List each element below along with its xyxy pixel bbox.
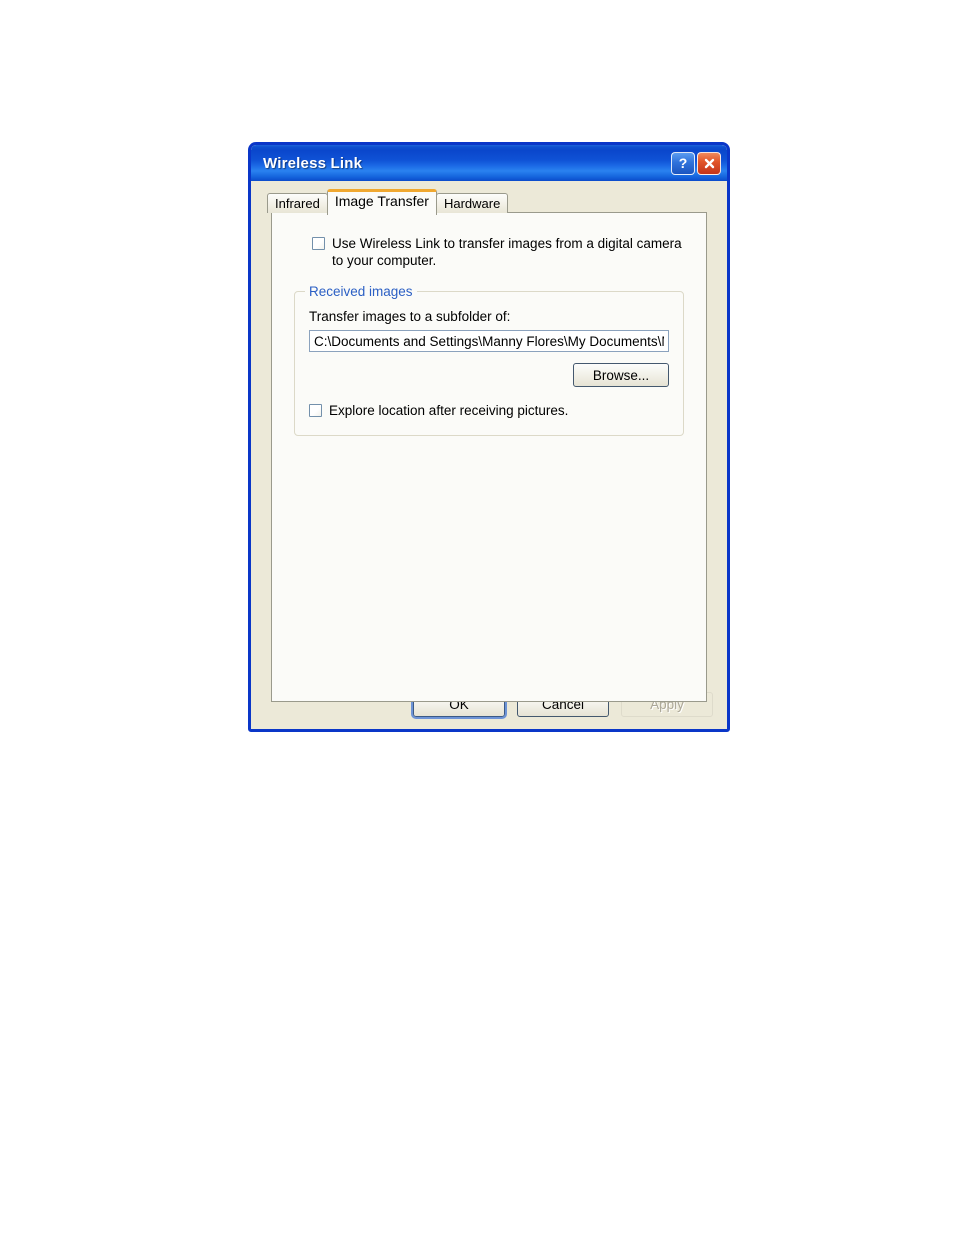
tab-area: Infrared Image Transfer Hardware Use Wir… [261, 189, 717, 702]
explore-location-row[interactable]: Explore location after receiving picture… [309, 402, 669, 419]
browse-button[interactable]: Browse... [573, 363, 669, 387]
explore-location-checkbox[interactable] [309, 404, 322, 417]
folder-path-input[interactable] [309, 330, 669, 352]
tab-panel-wrap: Use Wireless Link to transfer images fro… [261, 212, 717, 702]
wireless-link-dialog: Wireless Link ? Infrared Image Transfer … [248, 142, 730, 732]
help-icon-button[interactable]: ? [671, 151, 695, 175]
explore-location-label: Explore location after receiving picture… [329, 403, 569, 418]
use-wireless-link-row[interactable]: Use Wireless Link to transfer images fro… [312, 235, 688, 269]
title-bar[interactable]: Wireless Link ? [251, 145, 727, 181]
tab-strip: Infrared Image Transfer Hardware [261, 189, 717, 215]
window-title: Wireless Link [263, 154, 363, 172]
folder-field-label: Transfer images to a subfolder of: [309, 309, 511, 324]
use-wireless-link-checkbox[interactable] [312, 237, 325, 250]
close-button[interactable] [697, 151, 721, 175]
close-x-icon [704, 158, 714, 168]
use-wireless-link-label: Use Wireless Link to transfer images fro… [332, 236, 682, 268]
tab-image-transfer[interactable]: Image Transfer [326, 189, 437, 215]
tab-hardware[interactable]: Hardware [435, 193, 509, 213]
received-images-group: Received images Transfer images to a sub… [294, 284, 684, 436]
tab-infrared[interactable]: Infrared [267, 193, 328, 213]
received-images-legend: Received images [305, 284, 417, 299]
tab-panel-image-transfer: Use Wireless Link to transfer images fro… [271, 212, 707, 702]
browse-row: Browse... [309, 363, 669, 387]
question-mark-icon: ? [678, 155, 688, 171]
caption-button-group: ? [671, 151, 723, 175]
panel-content: Use Wireless Link to transfer images fro… [272, 213, 706, 701]
